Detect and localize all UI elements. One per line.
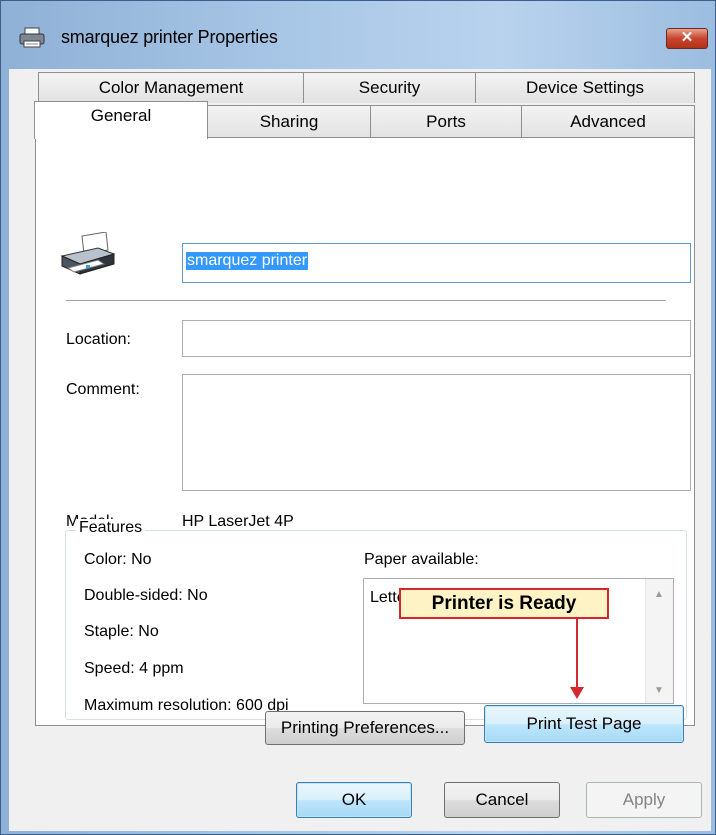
printer-name-value: smarquez printer	[186, 252, 309, 270]
feature-speed: Speed: 4 ppm	[84, 660, 184, 677]
tab-security[interactable]: Security	[303, 72, 476, 103]
comment-input[interactable]	[182, 374, 691, 491]
close-icon: ✕	[680, 29, 694, 46]
feature-staple: Staple: No	[84, 623, 159, 640]
features-title: Features	[76, 519, 146, 537]
cancel-button[interactable]: Cancel	[444, 782, 560, 818]
dialog-client-area: Color Management Security Device Setting…	[9, 69, 711, 831]
properties-window: smarquez printer Properties ✕ Color Mana…	[0, 0, 716, 835]
model-value: HP LaserJet 4P	[182, 513, 294, 530]
tab-color-management[interactable]: Color Management	[38, 72, 304, 103]
scroll-down-icon[interactable]: ▼	[646, 685, 672, 696]
tab-advanced[interactable]: Advanced	[521, 105, 695, 138]
tab-sharing[interactable]: Sharing	[207, 105, 371, 138]
printer-icon	[19, 27, 45, 48]
print-test-page-button[interactable]: Print Test Page	[484, 705, 684, 743]
callout-arrow-head	[570, 687, 584, 699]
separator	[66, 300, 666, 302]
paper-available-label: Paper available:	[364, 551, 479, 568]
tab-general[interactable]: General	[34, 101, 208, 139]
location-input[interactable]	[182, 320, 691, 357]
tab-ports[interactable]: Ports	[370, 105, 522, 138]
printer-icon	[60, 232, 116, 275]
location-label: Location:	[66, 331, 131, 348]
callout-arrow-line	[576, 619, 578, 689]
printer-name-input[interactable]: smarquez printer	[182, 243, 691, 283]
scroll-up-icon[interactable]: ▲	[646, 589, 672, 600]
apply-button[interactable]: Apply	[586, 782, 702, 818]
feature-color: Color: No	[84, 551, 152, 568]
feature-max-resolution: Maximum resolution: 600 dpi	[84, 697, 289, 714]
comment-label: Comment:	[66, 381, 140, 398]
close-button[interactable]: ✕	[666, 28, 708, 49]
feature-double-sided: Double-sided: No	[84, 587, 208, 604]
window-title: smarquez printer Properties	[61, 27, 278, 47]
printing-preferences-button[interactable]: Printing Preferences...	[265, 711, 465, 745]
tab-device-settings[interactable]: Device Settings	[475, 72, 695, 103]
printer-ready-callout: Printer is Ready	[399, 588, 609, 619]
ok-button[interactable]: OK	[296, 782, 412, 818]
title-bar[interactable]: smarquez printer Properties ✕	[1, 1, 715, 69]
general-tab-panel: smarquez printer Location: Comment: Mode…	[35, 137, 695, 726]
paper-list-scrollbar[interactable]: ▲ ▼	[645, 579, 673, 703]
